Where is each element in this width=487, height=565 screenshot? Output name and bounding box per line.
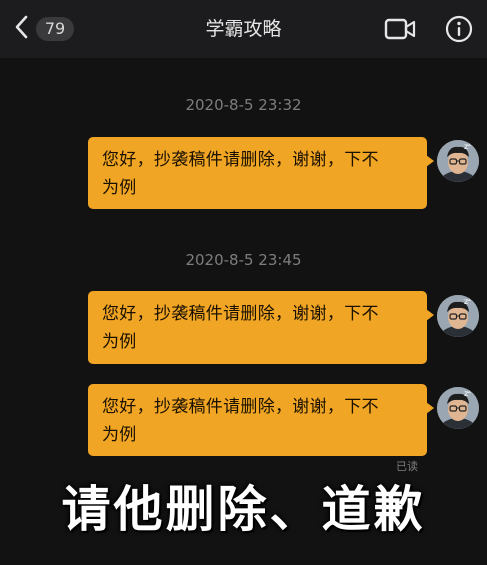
avatar[interactable]: z z <box>437 295 479 337</box>
video-call-button[interactable] <box>384 16 416 42</box>
svg-text:z: z <box>468 141 471 148</box>
message-text-line: 为例 <box>102 178 137 198</box>
chevron-left-icon <box>14 15 28 43</box>
message-timestamp: 2020-8-5 23:45 <box>185 251 302 269</box>
message-text-line: 为例 <box>102 425 137 445</box>
message-timestamp: 2020-8-5 23:32 <box>185 96 302 114</box>
info-circle-icon <box>445 15 473 47</box>
message-text-line: 您好，抄袭稿件请删除，谢谢，下不 <box>102 397 379 417</box>
avatar[interactable]: z z <box>437 387 479 429</box>
avatar[interactable]: z z <box>437 140 479 182</box>
nav-bar: 79 学霸攻略 <box>0 0 487 58</box>
svg-text:z: z <box>468 388 471 395</box>
back-button[interactable]: 79 <box>14 12 74 46</box>
message-text-line: 为例 <box>102 332 137 352</box>
message-text-line: 您好，抄袭稿件请删除，谢谢，下不 <box>102 304 379 324</box>
message-text-line: 您好，抄袭稿件请删除，谢谢，下不 <box>102 150 379 170</box>
message-bubble[interactable]: 您好，抄袭稿件请删除，谢谢，下不 为例 <box>88 137 434 209</box>
chat-info-button[interactable] <box>445 15 473 43</box>
unread-count-badge: 79 <box>36 17 74 41</box>
overlay-caption: 请他删除、道歉 <box>61 481 426 538</box>
message-bubble[interactable]: 您好，抄袭稿件请删除，谢谢，下不 为例 <box>88 384 434 456</box>
video-camera-icon <box>384 18 416 46</box>
svg-text:z: z <box>468 296 471 303</box>
message-bubble[interactable]: 您好，抄袭稿件请删除，谢谢，下不 为例 <box>88 291 434 364</box>
